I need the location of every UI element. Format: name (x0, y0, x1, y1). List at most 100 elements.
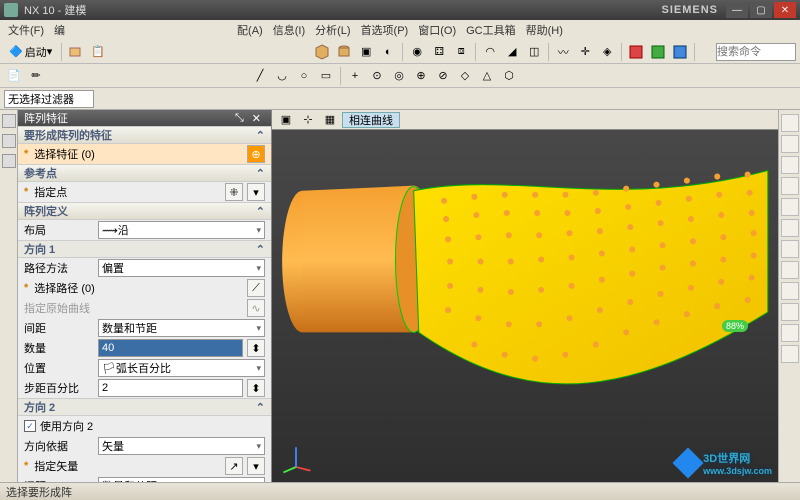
section-dir1[interactable]: 方向 1⌃ (18, 240, 271, 258)
section-definition[interactable]: 阵列定义⌃ (18, 202, 271, 220)
point-menu-icon[interactable]: ▾ (247, 183, 265, 201)
nav-asm-icon[interactable] (2, 134, 16, 148)
fillet-icon[interactable]: ◠ (480, 42, 500, 62)
close-button[interactable]: ✕ (774, 2, 796, 18)
pitch-spinner[interactable]: ⬍ (247, 379, 265, 397)
select-feature-icon[interactable]: ⊕ (247, 145, 265, 163)
rt-clip-icon[interactable] (781, 261, 799, 279)
spacing2-label: 间距 (24, 478, 94, 482)
snap2-icon[interactable]: ◎ (389, 66, 409, 86)
view-triad-icon[interactable] (278, 440, 314, 476)
path-picker-icon[interactable]: ⟋ (247, 279, 265, 297)
circle-icon[interactable]: ○ (294, 66, 314, 86)
box-icon[interactable] (66, 42, 86, 62)
maximize-button[interactable]: ▢ (750, 2, 772, 18)
snap5-icon[interactable]: ◇ (455, 66, 475, 86)
nav-history-icon[interactable] (2, 154, 16, 168)
menu-assemble[interactable]: 配(A) (233, 22, 267, 38)
mirror-icon[interactable]: ⧈ (451, 42, 471, 62)
spacing2-select[interactable]: 数量和节距 (98, 477, 265, 482)
revolve-icon[interactable]: ◐ (378, 42, 398, 62)
extrude-icon[interactable]: ▣ (356, 42, 376, 62)
blue-cube-icon[interactable] (670, 42, 690, 62)
spacing-select[interactable]: 数量和节距 (98, 319, 265, 337)
vp-axis-icon[interactable]: ⊹ (298, 110, 318, 130)
plus-icon[interactable]: + (345, 66, 365, 86)
curve-rule-tag[interactable]: 相连曲线 (342, 112, 400, 128)
arc-icon[interactable]: ◡ (272, 66, 292, 86)
layout-select[interactable]: ⟿ 沿 (98, 221, 265, 239)
section-features[interactable]: 要形成阵列的特征⌃ (18, 126, 271, 144)
point-picker-icon[interactable]: ⁜ (225, 183, 243, 201)
menu-file[interactable]: 文件(F) (4, 22, 48, 38)
rt-pan-icon[interactable] (781, 156, 799, 174)
chamfer-icon[interactable]: ◢ (502, 42, 522, 62)
selection-filter-select[interactable]: 无选择过滤器 (4, 90, 94, 108)
menu-window[interactable]: 窗口(O) (414, 22, 460, 38)
rt-zoom-icon[interactable] (781, 135, 799, 153)
viewport-toolbar: ▣ ⊹ ▦ 相连曲线 (272, 110, 778, 130)
vector-picker-icon[interactable]: ↗ (225, 457, 243, 475)
section-dir2[interactable]: 方向 2⌃ (18, 398, 271, 416)
menu-info[interactable]: 信息(I) (269, 22, 309, 38)
menu-gctoolbox[interactable]: GC工具箱 (462, 22, 520, 38)
menu-edit[interactable]: 编 (50, 22, 69, 38)
rt-shade-icon[interactable] (781, 198, 799, 216)
pattern-icon[interactable]: ⚃ (429, 42, 449, 62)
cube-icon[interactable] (312, 42, 332, 62)
rt-layer-icon[interactable] (781, 240, 799, 258)
cylinder-icon[interactable] (334, 42, 354, 62)
green-cube-icon[interactable] (648, 42, 668, 62)
snap3-icon[interactable]: ⊕ (411, 66, 431, 86)
path-method-select[interactable]: 偏置 (98, 259, 265, 277)
hole-icon[interactable]: ◉ (407, 42, 427, 62)
menu-preferences[interactable]: 首选项(P) (357, 22, 413, 38)
rt-wire-icon[interactable] (781, 219, 799, 237)
curve-icon[interactable]: 〰 (553, 42, 573, 62)
rt-zoom100-icon[interactable] (781, 345, 799, 363)
rt-bg-icon[interactable] (781, 324, 799, 342)
sketch-icon[interactable]: ✏ (26, 66, 46, 86)
rt-view-icon[interactable] (781, 282, 799, 300)
surface-icon[interactable]: ◈ (597, 42, 617, 62)
vp-grid-icon[interactable]: ▦ (320, 110, 340, 130)
panel-undock-button[interactable]: ⤡ (231, 112, 248, 125)
menu-analyze[interactable]: 分析(L) (311, 22, 354, 38)
select-path-row[interactable]: *选择路径 (0) ⟋ (18, 278, 271, 298)
specify-vector-row[interactable]: *指定矢量 ↗ ▾ (18, 456, 271, 476)
use-dir2-row[interactable]: ✓ 使用方向 2 (18, 416, 271, 436)
line-icon[interactable]: ╱ (250, 66, 270, 86)
count-spinner[interactable]: ⬍ (247, 339, 265, 357)
red-box-icon[interactable] (626, 42, 646, 62)
rt-rotate-icon[interactable] (781, 177, 799, 195)
new-icon[interactable]: 📄 (4, 66, 24, 86)
select-feature-row[interactable]: *选择特征 (0) ⊕ (18, 144, 271, 164)
launch-button[interactable]: 🔷启动▾ (4, 42, 57, 62)
vp-cube-icon[interactable]: ▣ (276, 110, 296, 130)
pitch-pct-input[interactable]: 2 (98, 379, 243, 397)
command-search-input[interactable] (716, 43, 796, 61)
dir-basis-select[interactable]: 矢量 (98, 437, 265, 455)
rt-save-icon[interactable] (781, 303, 799, 321)
specify-point-row[interactable]: *指定点 ⁜ ▾ (18, 182, 271, 202)
vector-menu-icon[interactable]: ▾ (247, 457, 265, 475)
snap-circle-icon[interactable]: ⊙ (367, 66, 387, 86)
menu-help[interactable]: 帮助(H) (522, 22, 567, 38)
snap7-icon[interactable]: ⬡ (499, 66, 519, 86)
point-icon[interactable]: ✛ (575, 42, 595, 62)
use-dir2-checkbox[interactable]: ✓ (24, 420, 36, 432)
snap6-icon[interactable]: △ (477, 66, 497, 86)
minimize-button[interactable]: — (726, 2, 748, 18)
nav-part-icon[interactable] (2, 114, 16, 128)
rt-fit-icon[interactable] (781, 114, 799, 132)
panel-close-button[interactable]: ✕ (248, 112, 265, 125)
note-icon[interactable]: 📋 (88, 42, 108, 62)
rect-icon[interactable]: ▭ (316, 66, 336, 86)
left-resource-bar (0, 110, 18, 482)
shell-icon[interactable]: ◫ (524, 42, 544, 62)
snap4-icon[interactable]: ⊘ (433, 66, 453, 86)
graphics-viewport[interactable]: ▣ ⊹ ▦ 相连曲线 88% (272, 110, 778, 482)
section-reference[interactable]: 参考点⌃ (18, 164, 271, 182)
count-input[interactable]: 40 (98, 339, 243, 357)
position-select[interactable]: 🏳 弧长百分比 (98, 359, 265, 377)
